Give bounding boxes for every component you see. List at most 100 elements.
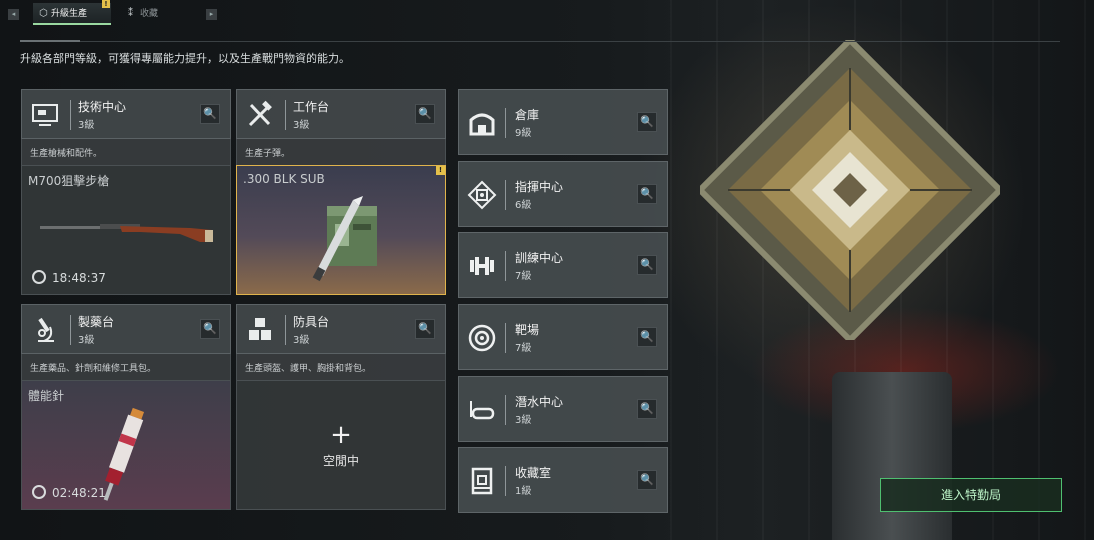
facility-level: 9級 (515, 128, 532, 139)
search-button[interactable]: 🔍 (637, 184, 657, 204)
card-level: 3級 (293, 335, 310, 346)
card-subtitle: 生產頭盔、護甲、胸掛和背包。 (236, 354, 446, 380)
collection-icon: ⁑ (128, 8, 133, 19)
command-chip-icon (467, 180, 497, 210)
hex-gear-icon: ⬡ (39, 8, 48, 19)
production-card-pharmacy[interactable]: 製藥台 3級 🔍 生產藥品、針劑和維修工具包。 體能針 02:48:21 (21, 304, 231, 510)
production-slot[interactable]: ! .300 BLK SUB (236, 165, 446, 295)
enter-special-ops-button[interactable]: 進入特勤局 (880, 478, 1062, 512)
timer-value: 02:48:21 (52, 486, 106, 500)
search-button[interactable]: 🔍 (200, 104, 220, 124)
production-card-workbench[interactable]: 工作台 3級 🔍 生產子彈。 ! .300 BLK SUB (236, 89, 446, 295)
production-card-tech-center[interactable]: 技術中心 3級 🔍 生產槍械和配件。 M700狙擊步槍 18:48:37 (21, 89, 231, 295)
divider (505, 323, 506, 353)
facility-level: 6級 (515, 200, 532, 211)
dumbbell-icon (467, 251, 497, 281)
card-header: 工作台 3級 🔍 (236, 89, 446, 139)
empty-production-slot[interactable]: + 空閒中 (236, 380, 446, 510)
warehouse-icon (467, 108, 497, 138)
production-slot[interactable]: 體能針 02:48:21 (21, 380, 231, 510)
search-button[interactable]: 🔍 (415, 104, 435, 124)
production-timer: 02:48:21 (32, 485, 106, 500)
tab-collection[interactable]: ⁑ 收藏 (122, 3, 202, 25)
facility-title: 倉庫 (515, 108, 540, 122)
divider (505, 180, 506, 210)
card-header: 技術中心 3級 🔍 (21, 89, 231, 139)
card-title: 製藥台 (78, 315, 115, 329)
search-button[interactable]: 🔍 (415, 319, 435, 339)
facility-title: 收藏室 (515, 466, 552, 480)
search-button[interactable]: 🔍 (637, 255, 657, 275)
card-subtitle: 生產子彈。 (236, 139, 446, 165)
search-button[interactable]: 🔍 (637, 327, 657, 347)
facility-warehouse[interactable]: 倉庫 9級 🔍 (458, 89, 668, 155)
armor-blocks-icon (245, 315, 275, 345)
divider (505, 466, 506, 496)
item-name: .300 BLK SUB (243, 172, 325, 186)
card-header: 防具台 3級 🔍 (236, 304, 446, 354)
divider (505, 108, 506, 138)
idle-label: 空閒中 (322, 453, 359, 468)
production-timer: 18:48:37 (32, 270, 106, 285)
divider (70, 315, 71, 345)
card-subtitle: 生產槍械和配件。 (21, 139, 231, 165)
facility-command-center[interactable]: 指揮中心 6級 🔍 (458, 161, 668, 227)
facility-training-center[interactable]: 訓練中心 7級 🔍 (458, 232, 668, 298)
ammo-box-image (312, 196, 377, 282)
card-level: 3級 (293, 120, 310, 131)
search-button[interactable]: 🔍 (637, 399, 657, 419)
tab-label: 收藏 (140, 9, 159, 19)
card-level: 3級 (78, 120, 95, 131)
item-name: M700狙擊步槍 (28, 174, 110, 188)
page-description: 升級各部門等級，可獲得專屬能力提升，以及生產戰門物資的能力。 (20, 52, 350, 65)
next-tab-button[interactable]: ▸ (206, 9, 217, 20)
target-icon (467, 323, 497, 353)
card-title: 工作台 (293, 100, 330, 114)
item-name: 體能針 (28, 389, 65, 403)
plus-icon: + (330, 419, 352, 450)
alert-badge: ! (102, 0, 110, 8)
production-card-armor-bench[interactable]: 防具台 3級 🔍 生產頭盔、護甲、胸掛和背包。 + 空閒中 (236, 304, 446, 510)
facility-title: 潛水中心 (515, 395, 564, 409)
timer-value: 18:48:37 (52, 271, 106, 285)
clock-icon (32, 270, 46, 284)
search-button[interactable]: 🔍 (200, 319, 220, 339)
computer-icon (30, 100, 60, 130)
divider (505, 395, 506, 425)
card-level: 3級 (78, 335, 95, 346)
tab-label: 升級生產 (51, 9, 88, 19)
pedestal (832, 372, 952, 540)
card-subtitle: 生產藥品、針劑和維修工具包。 (21, 354, 231, 380)
facility-level: 3級 (515, 415, 532, 426)
clock-icon (32, 485, 46, 499)
tab-upgrade-production[interactable]: ⬡ 升級生產 (33, 3, 111, 25)
facility-title: 訓練中心 (515, 251, 564, 265)
rotating-cube-model (700, 40, 1000, 340)
diving-mask-icon (467, 395, 497, 425)
facility-title: 指揮中心 (515, 180, 564, 194)
facility-title: 靶場 (515, 323, 540, 337)
search-button[interactable]: 🔍 (637, 470, 657, 490)
display-case-icon (467, 466, 497, 496)
facility-diving-center[interactable]: 潛水中心 3級 🔍 (458, 376, 668, 442)
top-tab-bar: ◂ ⬡ 升級生產 ! ⁑ 收藏 ▸ (0, 0, 1094, 28)
facility-level: 7級 (515, 271, 532, 282)
production-slot[interactable]: M700狙擊步槍 18:48:37 (21, 165, 231, 295)
header-divider (20, 40, 1060, 42)
divider (505, 251, 506, 281)
facility-shooting-range[interactable]: 靶場 7級 🔍 (458, 304, 668, 370)
card-title: 防具台 (293, 315, 330, 329)
card-title: 技術中心 (78, 100, 127, 114)
facility-level: 1級 (515, 486, 532, 497)
divider (285, 315, 286, 345)
prev-tab-button[interactable]: ◂ (8, 9, 19, 20)
rifle-image (40, 224, 213, 242)
tools-icon (245, 100, 275, 130)
alert-badge: ! (436, 166, 445, 175)
facility-level: 7級 (515, 343, 532, 354)
search-button[interactable]: 🔍 (637, 112, 657, 132)
facility-collection-room[interactable]: 收藏室 1級 🔍 (458, 447, 668, 513)
microscope-icon (30, 315, 60, 345)
divider (70, 100, 71, 130)
divider (285, 100, 286, 130)
